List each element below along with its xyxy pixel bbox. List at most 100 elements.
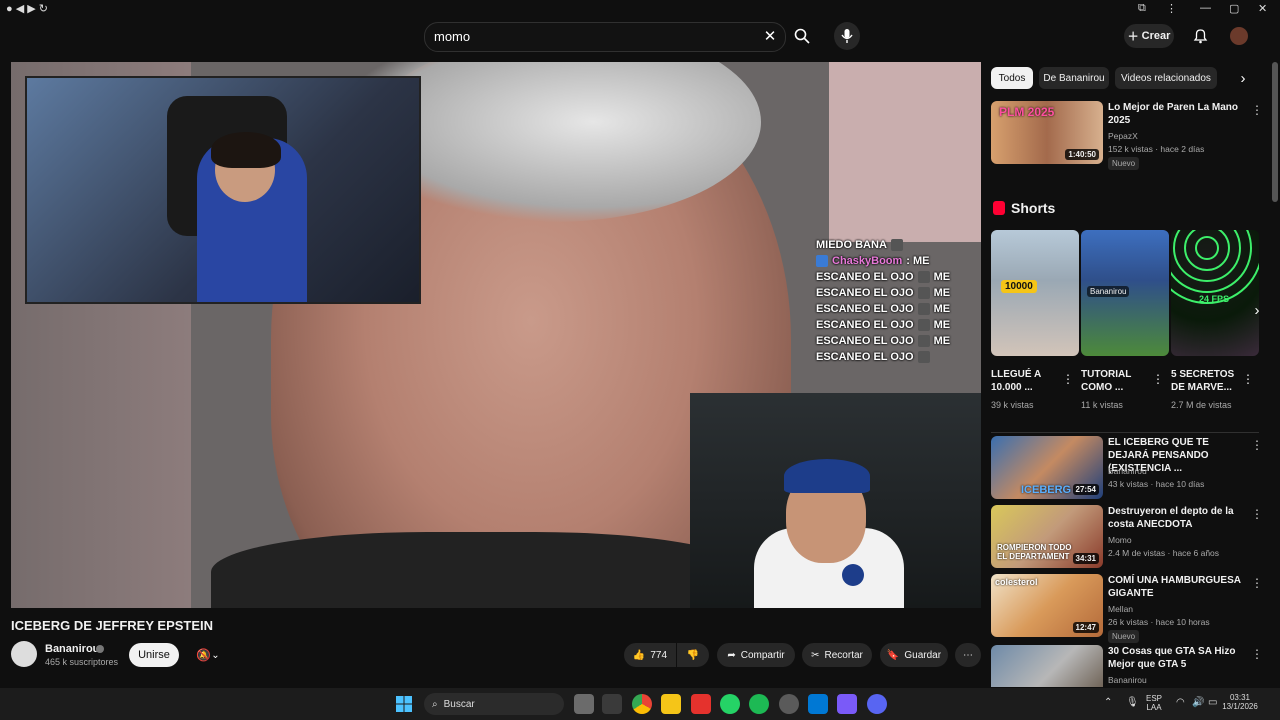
discord-icon[interactable] — [867, 694, 887, 714]
clear-search-icon[interactable]: ✕ — [760, 26, 780, 46]
more-vertical-icon[interactable]: ⋮ — [1251, 647, 1263, 661]
windows-start-icon[interactable] — [396, 696, 412, 717]
more-vertical-icon[interactable]: ⋮ — [1251, 103, 1263, 117]
whatsapp-icon[interactable] — [720, 694, 740, 714]
subscription-bell-dropdown[interactable]: 🔕 ⌄ — [188, 645, 228, 665]
video-thumbnail[interactable]: ROMPIERON TODO EL DEPARTAMENT 34:31 — [991, 505, 1103, 568]
chat-badge-icon — [816, 255, 828, 267]
bell-off-icon: 🔕 — [196, 648, 212, 662]
taskbar-clock[interactable]: 03:31 13/1/2026 — [1212, 693, 1268, 711]
account-avatar[interactable] — [1230, 27, 1248, 45]
more-vertical-icon[interactable]: ⋮ — [1251, 438, 1263, 452]
chat-emote-icon — [890, 239, 903, 251]
spotify-icon[interactable] — [749, 694, 769, 714]
minimize-icon[interactable]: — — [1200, 2, 1211, 14]
tray-chevron-icon[interactable]: ⌃ — [1104, 697, 1112, 708]
chat-text: ESCANEO EL OJO — [816, 319, 914, 331]
recommended-item[interactable]: ICEBERG 27:54 EL ICEBERG QUE TE DEJARÁ P… — [991, 436, 1271, 502]
chip-from-channel[interactable]: De Bananirou — [1039, 67, 1109, 89]
search-input[interactable]: momo — [434, 29, 470, 44]
video-thumbnail[interactable]: ICEBERG 27:54 — [991, 436, 1103, 499]
input-language[interactable]: ESP LAA — [1146, 694, 1162, 712]
steam-icon[interactable] — [779, 694, 799, 714]
notifications-bell-icon[interactable] — [1190, 26, 1210, 46]
more-actions-button[interactable]: ⋯ — [955, 643, 981, 667]
more-vertical-icon[interactable]: ⋮ — [1242, 372, 1254, 386]
channel-name[interactable]: PepazX — [1108, 131, 1138, 141]
search-icon[interactable] — [790, 26, 814, 46]
chip-related[interactable]: Videos relacionados — [1115, 67, 1217, 89]
wifi-icon[interactable]: ◠ — [1176, 697, 1185, 708]
share-button[interactable]: ➦ Compartir — [717, 643, 795, 667]
search-box[interactable] — [424, 22, 786, 52]
more-vertical-icon[interactable]: ⋮ — [1152, 372, 1164, 386]
channel-name[interactable]: Bananirou — [45, 643, 99, 655]
channel-name[interactable]: Bananirou — [1108, 466, 1147, 476]
chat-text: ESCANEO EL OJO — [816, 287, 914, 299]
more-vertical-icon[interactable]: ⋮ — [1062, 372, 1074, 386]
more-vertical-icon[interactable]: ⋮ — [1251, 576, 1263, 590]
voice-search-icon[interactable] — [834, 22, 860, 50]
close-window-icon[interactable]: ✕ — [1258, 2, 1267, 15]
recommended-item[interactable]: 30 Cosas que GTA SA Hizo Mejor que GTA 5… — [991, 645, 1271, 687]
join-button[interactable]: Unirse — [129, 643, 179, 667]
save-button[interactable]: 🔖 Guardar — [880, 643, 948, 667]
chat-text: ESCANEO EL OJO — [816, 335, 914, 347]
taskbar-search[interactable]: ⌕ Buscar — [424, 693, 564, 715]
recommended-item[interactable]: colesterol 12:47 COMÍ UNA HAMBURGUESA GI… — [991, 574, 1271, 643]
chrome-icon[interactable] — [632, 694, 652, 714]
short-title[interactable]: LLEGUÉ A 10.000 ... — [991, 368, 1061, 394]
chevron-right-icon[interactable]: › — [1234, 68, 1252, 88]
more-horizontal-icon: ⋯ — [963, 649, 973, 661]
channel-name[interactable]: Bananirou — [1108, 675, 1147, 685]
scissors-icon: ✂ — [811, 649, 820, 661]
page-scrollbar[interactable] — [1272, 62, 1278, 202]
create-button[interactable]: ＋ Crear — [1124, 24, 1174, 48]
short-title[interactable]: TUTORIAL COMO ... — [1081, 368, 1151, 394]
short-thumbnail[interactable]: Bananirou — [1081, 230, 1169, 356]
more-vertical-icon[interactable]: ⋮ — [1251, 507, 1263, 521]
dislike-button[interactable]: 👎 — [677, 643, 709, 667]
chat-text: ME — [933, 319, 951, 331]
short-title[interactable]: 5 SECRETOS DE MARVE... — [1171, 368, 1241, 394]
webcam-overlay-streamer — [25, 76, 421, 304]
search-icon: ⌕ — [432, 698, 438, 710]
chip-all[interactable]: Todos — [991, 67, 1033, 89]
task-view-icon[interactable] — [574, 694, 594, 714]
channel-name[interactable]: Momo — [1108, 535, 1132, 545]
store-icon[interactable] — [602, 694, 622, 714]
maximize-icon[interactable]: ▢ — [1229, 2, 1239, 15]
app-icon[interactable] — [808, 694, 828, 714]
video-player[interactable]: MIEDO BANA ChaskyBoom: ME ESCANEO EL OJO ME… — [11, 62, 981, 608]
browser-menu-icon[interactable]: ⋮ — [1166, 2, 1177, 15]
app-icon[interactable] — [837, 694, 857, 714]
short-thumbnail[interactable]: 24 FPS — [1171, 230, 1259, 356]
shorts-next-icon[interactable]: › — [1248, 300, 1266, 320]
video-thumbnail[interactable] — [991, 645, 1103, 687]
video-thumbnail[interactable]: PLM 2025 1:40:50 — [991, 101, 1103, 164]
recommended-item[interactable]: PLM 2025 1:40:50 Lo Mejor de Paren La Ma… — [991, 101, 1271, 170]
new-badge: Nuevo — [1108, 630, 1140, 643]
chat-text: ESCANEO EL OJO — [816, 271, 914, 283]
recommended-item[interactable]: ROMPIERON TODO EL DEPARTAMENT 34:31 Dest… — [991, 505, 1271, 571]
like-button[interactable]: 👍 774 — [624, 643, 676, 667]
volume-icon[interactable]: 🔊 — [1192, 697, 1204, 708]
channel-avatar[interactable] — [11, 641, 37, 667]
video-title[interactable]: COMÍ UNA HAMBURGUESA GIGANTE — [1108, 574, 1248, 600]
video-title[interactable]: Lo Mejor de Paren La Mano 2025 — [1108, 101, 1248, 127]
app-icon[interactable] — [691, 694, 711, 714]
file-explorer-icon[interactable] — [661, 694, 681, 714]
video-thumbnail[interactable]: colesterol 12:47 — [991, 574, 1103, 637]
channel-name[interactable]: Mellan — [1108, 604, 1133, 614]
chat-emote-icon — [917, 287, 930, 299]
chat-message: ESCANEO EL OJO ME — [816, 269, 976, 285]
browser-controls[interactable]: ● ◀ ▶ ↻ — [6, 2, 48, 15]
short-thumbnail[interactable]: 10000 — [991, 230, 1079, 356]
extensions-icon[interactable]: ⧉ — [1138, 2, 1146, 15]
chat-text: MIEDO BANA — [816, 239, 887, 251]
microphone-icon[interactable]: 🎙 — [1126, 697, 1139, 708]
video-title[interactable]: 30 Cosas que GTA SA Hizo Mejor que GTA 5 — [1108, 645, 1248, 671]
video-title[interactable]: Destruyeron el depto de la costa ANECDOT… — [1108, 505, 1248, 531]
clip-button[interactable]: ✂ Recortar — [802, 643, 872, 667]
chat-text: ME — [933, 287, 951, 299]
